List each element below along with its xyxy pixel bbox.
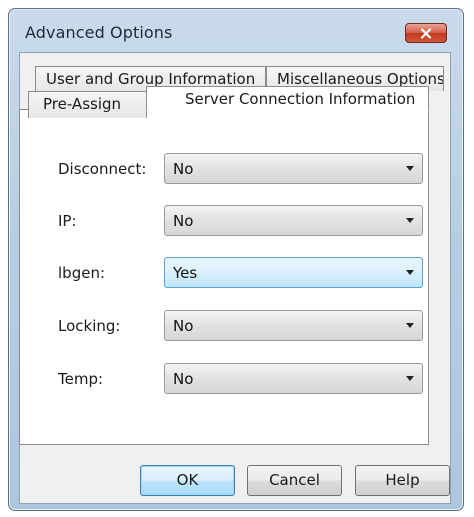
- chevron-down-icon: [406, 270, 414, 275]
- lbgen-value: Yes: [173, 264, 198, 282]
- tab-server-connection-information[interactable]: Server Connection Information: [146, 86, 429, 111]
- ip-value: No: [173, 212, 194, 230]
- close-button[interactable]: [405, 23, 447, 43]
- temp-dropdown[interactable]: No: [164, 363, 423, 394]
- lbgen-dropdown[interactable]: Yes: [164, 257, 423, 288]
- help-button[interactable]: Help: [355, 465, 450, 496]
- tab-pre-assign[interactable]: Pre-Assign: [28, 91, 147, 118]
- disconnect-value: No: [173, 160, 194, 178]
- title-bar[interactable]: Advanced Options: [9, 9, 463, 45]
- close-icon: [420, 27, 432, 39]
- temp-label: Temp:: [58, 370, 104, 388]
- ok-button-label: OK: [176, 471, 199, 489]
- locking-value: No: [173, 317, 194, 335]
- ip-dropdown[interactable]: No: [164, 205, 423, 236]
- window-title: Advanced Options: [25, 23, 173, 42]
- disconnect-dropdown[interactable]: No: [164, 153, 423, 184]
- cancel-button-label: Cancel: [269, 471, 320, 489]
- ip-label: IP:: [58, 212, 77, 230]
- locking-label: Locking:: [58, 317, 121, 335]
- chevron-down-icon: [406, 218, 414, 223]
- lbgen-label: lbgen:: [58, 264, 105, 282]
- cancel-button[interactable]: Cancel: [247, 465, 342, 496]
- ok-button[interactable]: OK: [140, 465, 235, 496]
- locking-dropdown[interactable]: No: [164, 310, 423, 341]
- temp-value: No: [173, 370, 194, 388]
- chevron-down-icon: [406, 323, 414, 328]
- help-button-label: Help: [385, 471, 420, 489]
- chevron-down-icon: [406, 376, 414, 381]
- tab-label: Server Connection Information: [185, 90, 416, 108]
- tab-label: Pre-Assign: [43, 95, 122, 113]
- chevron-down-icon: [406, 166, 414, 171]
- tab-panel-server-connection: Disconnect: No IP: No lbgen: Yes Locking…: [19, 109, 429, 445]
- disconnect-label: Disconnect:: [58, 160, 147, 178]
